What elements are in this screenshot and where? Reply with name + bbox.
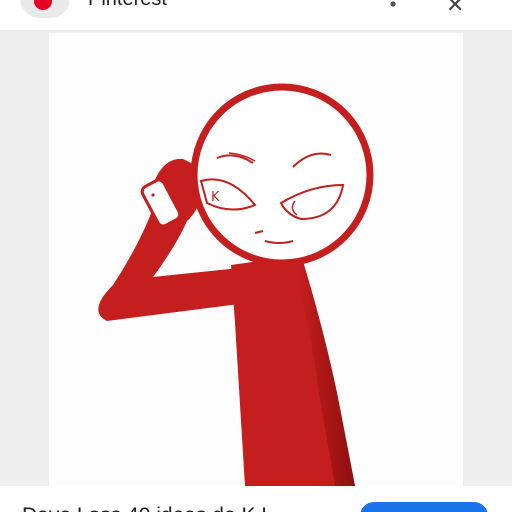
pin-caption[interactable]: Dave Loss 40 ideas de K L <box>22 504 273 512</box>
drawn-letter: K <box>211 190 220 205</box>
visit-button[interactable] <box>360 502 488 512</box>
close-icon[interactable]: ✕ <box>446 0 464 16</box>
top-app-bar: Pinterest ✕ <box>0 0 512 30</box>
red-stick-figure-illustration: K <box>98 83 374 486</box>
pin-image[interactable]: K <box>49 33 463 486</box>
image-viewer: Pinterest ✕ <box>0 0 512 512</box>
more-vert-icon[interactable] <box>388 0 398 10</box>
app-title: Pinterest <box>88 0 167 11</box>
